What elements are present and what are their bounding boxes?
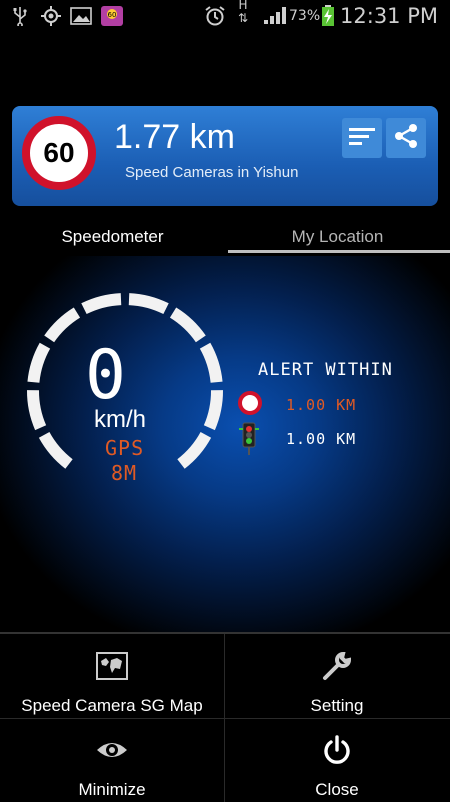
- speed-camera-alert-row: [238, 391, 262, 419]
- traffic-light-icon: [238, 422, 260, 460]
- red-light-alert-distance: 1.00 KM: [286, 430, 357, 448]
- setting-menu-label: Setting: [310, 696, 364, 715]
- share-icon: [392, 122, 420, 154]
- map-menu-item[interactable]: Speed Camera SG Map: [0, 634, 224, 718]
- app-notification-icon: 60: [100, 6, 124, 26]
- red-light-alert-row: [238, 422, 260, 455]
- gauge-segment: [128, 293, 169, 315]
- gauge-segment: [169, 307, 206, 343]
- speedometer-panel: 0 km/h GPS 8M ALERT WITHIN 1.00 KM 1.00 …: [0, 256, 450, 632]
- speed-unit: km/h: [94, 406, 147, 433]
- list-icon: [347, 125, 377, 151]
- speed-camera-marker-icon: [238, 391, 262, 419]
- gauge-segment: [177, 432, 212, 469]
- speed-limit-sign: 60: [22, 116, 96, 190]
- options-menu: Speed Camera SG Map Setting Minimize Clo…: [0, 632, 450, 802]
- gallery-icon: [70, 6, 92, 26]
- gps-accuracy: 8M: [111, 461, 138, 485]
- camera-area-label: Speed Cameras in Yishun: [125, 164, 299, 181]
- minimize-menu-item[interactable]: Minimize: [0, 718, 224, 802]
- close-menu-label: Close: [315, 780, 359, 799]
- list-button[interactable]: [342, 118, 382, 158]
- setting-menu-item[interactable]: Setting: [225, 634, 449, 718]
- tab-divider: [228, 250, 450, 253]
- gauge-segment: [44, 307, 81, 343]
- usb-icon: [12, 6, 28, 26]
- alarm-icon: [204, 6, 226, 26]
- battery-percent: 73%: [289, 8, 321, 24]
- eye-icon: [96, 734, 128, 766]
- wrench-icon: [321, 650, 353, 682]
- share-button[interactable]: [386, 118, 426, 158]
- gauge-segment: [38, 432, 73, 469]
- status-time: 12:31 PM: [340, 4, 438, 28]
- minimize-menu-label: Minimize: [78, 780, 146, 799]
- gauge-segment: [27, 342, 51, 383]
- battery-charging-icon: [321, 5, 335, 26]
- gauge-segment: [203, 390, 223, 431]
- status-bar: 60 H ⇅ 73% 12:31 PM: [0, 0, 450, 32]
- tab-speedometer[interactable]: Speedometer: [0, 222, 225, 256]
- map-menu-label: Speed Camera SG Map: [21, 696, 203, 715]
- svg-text:60: 60: [108, 11, 117, 19]
- current-speed: 0: [85, 336, 126, 415]
- gauge-segment: [81, 293, 122, 315]
- alert-title: ALERT WITHIN: [258, 360, 393, 380]
- speed-camera-alert-distance: 1.00 KM: [286, 396, 357, 414]
- camera-distance: 1.77 km: [114, 118, 235, 156]
- network-type-icon: H ⇅: [238, 0, 249, 25]
- signal-icon: [262, 6, 286, 26]
- nearest-camera-card: 60 1.77 km Speed Cameras in Yishun: [12, 106, 438, 206]
- gauge-segment: [27, 390, 47, 431]
- map-icon: [96, 650, 128, 682]
- close-menu-item[interactable]: Close: [225, 718, 449, 802]
- gps-icon: [40, 6, 62, 26]
- gauge-segment: [199, 342, 223, 383]
- power-icon: [321, 734, 353, 766]
- gps-label: GPS: [105, 436, 145, 460]
